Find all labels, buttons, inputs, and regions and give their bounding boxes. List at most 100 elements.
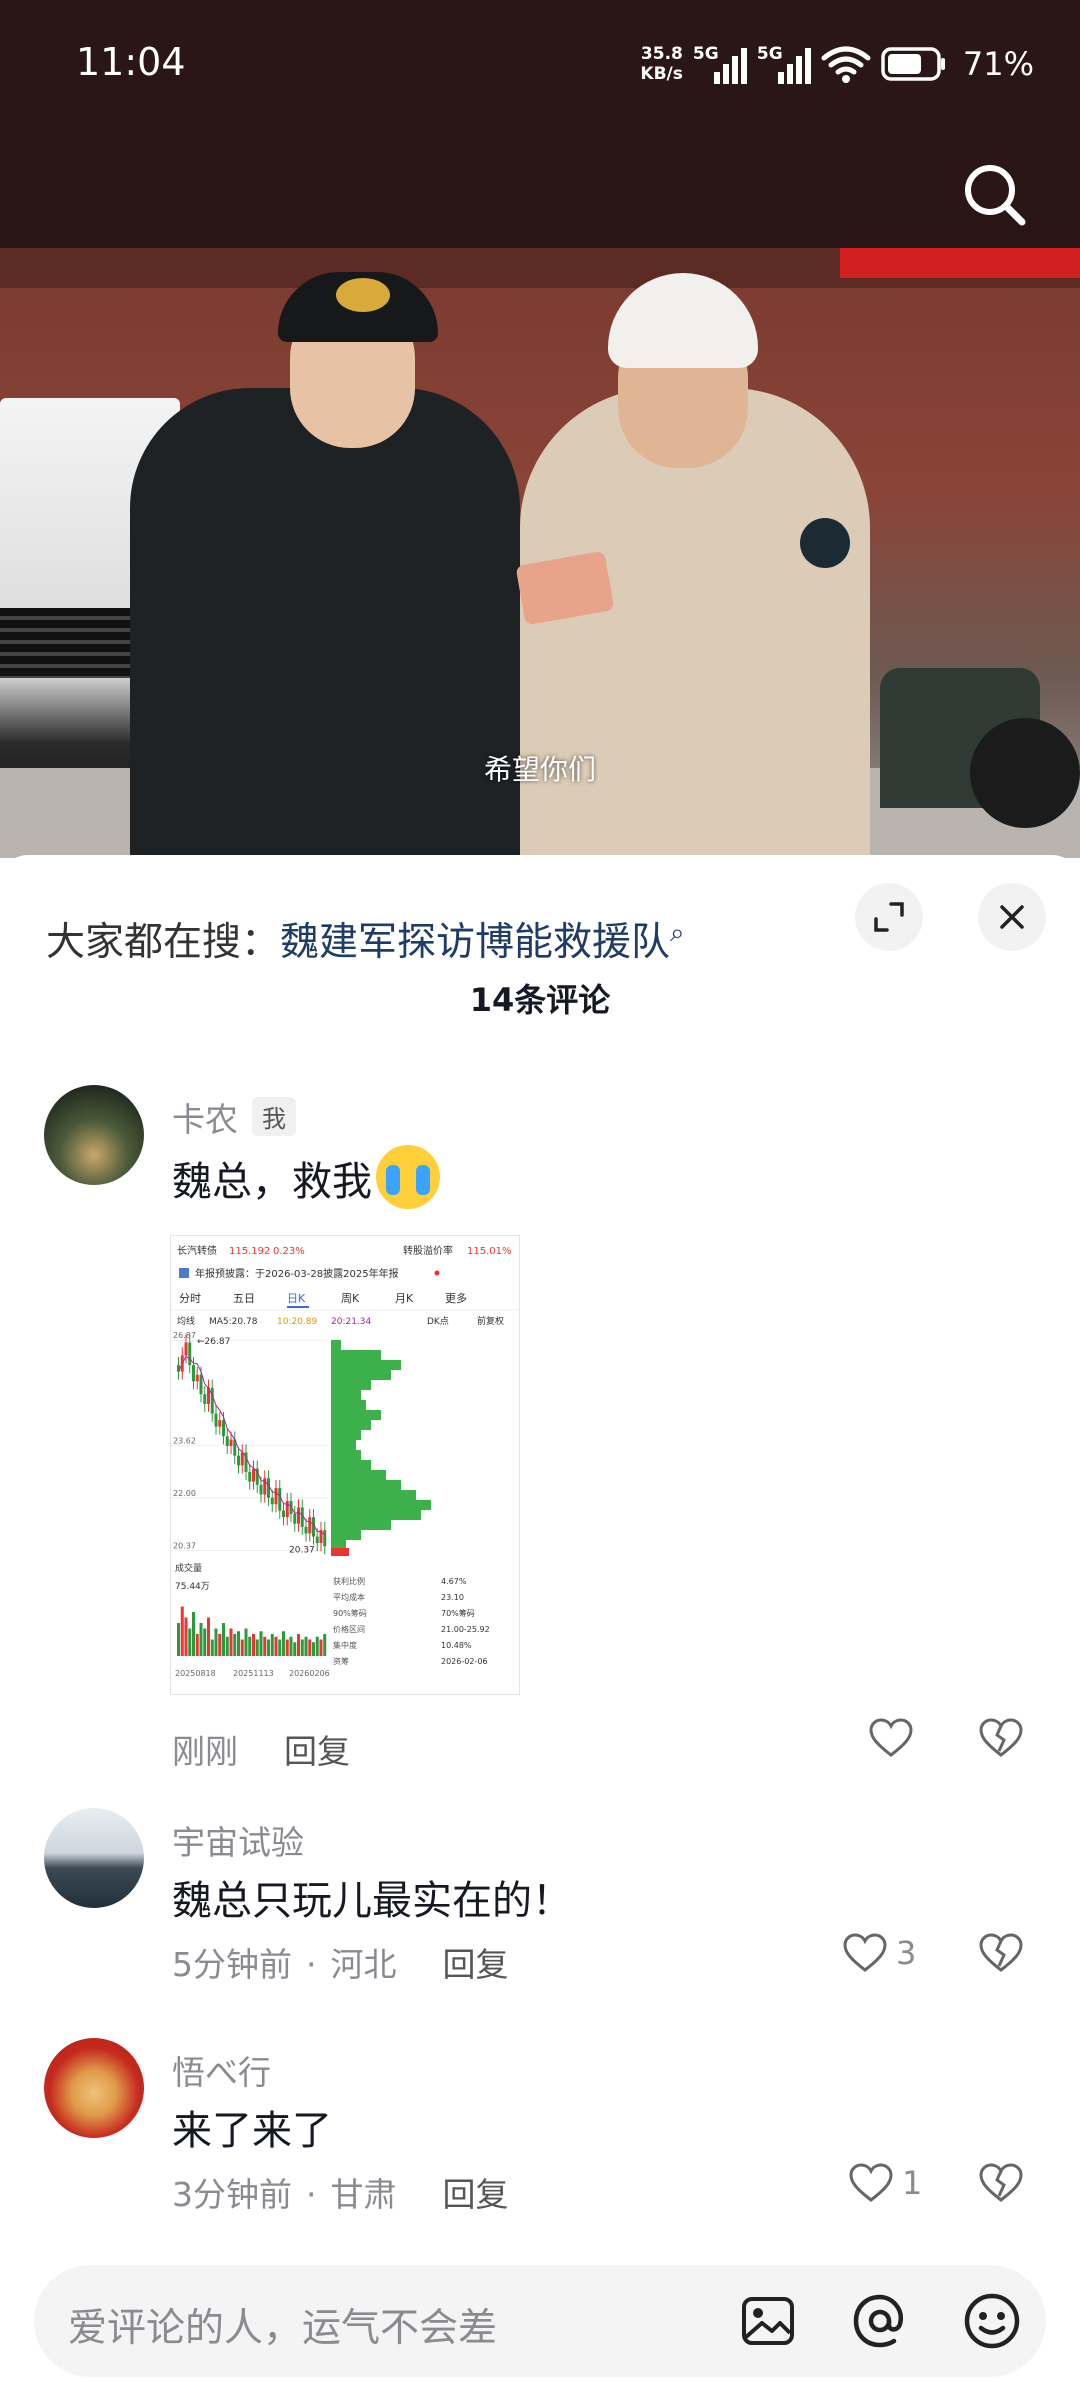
candle-body (297, 1507, 300, 1524)
candle-body (225, 1436, 229, 1446)
chip-bar (331, 1520, 391, 1530)
status-icons: 35.8 KB/s 5G 5G 71% (640, 36, 1034, 92)
wifi-icon (821, 46, 871, 83)
dislike-button[interactable] (978, 1932, 1024, 1978)
stat-value: 2026-02-06 (441, 1657, 488, 1666)
volume-bar (278, 1639, 282, 1656)
comment-item[interactable]: 悟べ行 来了来了 3分钟前 · 甘肃 回复 1 (0, 2038, 1080, 2214)
chip-bar (331, 1400, 366, 1410)
candle-body (315, 1536, 319, 1544)
candle-body (195, 1374, 199, 1382)
reply-button[interactable]: 回复 (443, 1945, 509, 1984)
close-button[interactable] (978, 883, 1046, 951)
volume-bar (308, 1639, 312, 1656)
date-label: 20260206 (289, 1669, 330, 1678)
volume-bar (244, 1628, 248, 1656)
comment-image-stock-chart[interactable]: 长汽转债 115.192 0.23% 转股溢价率 115.01% 年报预披露：于… (170, 1235, 520, 1695)
comment-location: 河北 (330, 1945, 397, 1984)
reply-button[interactable]: 回复 (284, 1732, 350, 1771)
volume-bar (210, 1639, 214, 1656)
stat-label: 平均成本 (333, 1592, 365, 1602)
battery-icon (881, 47, 945, 81)
volume-bar (267, 1639, 270, 1656)
dislike-button[interactable] (978, 1717, 1024, 1763)
search-icon (965, 165, 1026, 226)
ma5: MA5:20.78 (209, 1317, 258, 1327)
volume-bar (293, 1642, 297, 1656)
comment-input[interactable]: 爱评论的人，运气不会差 (68, 2297, 497, 2353)
username[interactable]: 宇宙试验 (172, 1823, 304, 1862)
candle-body (188, 1342, 192, 1366)
video-player[interactable]: 希望你们 (0, 248, 1080, 858)
mention-button[interactable] (850, 2291, 910, 2351)
candle-body (222, 1420, 225, 1437)
emoji-icon (964, 2293, 1020, 2349)
crying-emoji-icon (376, 1145, 440, 1209)
username[interactable]: 悟べ行 (172, 2053, 271, 2092)
volume-bar (252, 1634, 255, 1656)
trending-search[interactable]: 大家都在搜：魏建军探访博能救援队⌕ (46, 911, 685, 967)
comment-item[interactable]: 卡农我 魏总，救我 长汽转债 115.192 0.23% 转股溢价率 115.0… (0, 1085, 1080, 1771)
avatar[interactable] (44, 1085, 144, 1185)
volume-bar (312, 1642, 315, 1656)
stock-name: 长汽转债 (177, 1244, 217, 1257)
candle-body (252, 1468, 255, 1482)
stock-price: 115.192 (229, 1246, 270, 1257)
avatar[interactable] (44, 2038, 144, 2138)
chip-bar (331, 1370, 391, 1380)
search-button[interactable] (960, 160, 1030, 230)
dislike-button[interactable] (978, 2162, 1024, 2208)
chip-bar (331, 1350, 381, 1360)
stat-value: 70%筹码 (441, 1608, 475, 1618)
network-speed: 35.8 KB/s (640, 44, 683, 84)
comment-text: 魏总只玩儿最实在的！ (172, 1878, 572, 1924)
volume-bar (289, 1636, 293, 1656)
chart-tab: 日K (287, 1292, 306, 1305)
stock-change: 0.23% (273, 1246, 305, 1257)
comment-time: 5分钟前 (172, 1945, 292, 1984)
volume-bar (214, 1628, 218, 1656)
image-button[interactable] (738, 2291, 798, 2351)
chip-bar (331, 1440, 356, 1450)
chart-tab: 更多 (445, 1291, 467, 1305)
chart-tab: 周K (341, 1292, 360, 1305)
chip-bar (331, 1500, 431, 1510)
comment-input-bar[interactable]: 爱评论的人，运气不会差 (34, 2265, 1046, 2377)
like-button[interactable]: 1 (848, 2162, 922, 2204)
stat-label: 价格区间 (333, 1624, 365, 1634)
expand-button[interactable] (855, 883, 923, 951)
avatar[interactable] (44, 1808, 144, 1908)
volume-bar (263, 1636, 267, 1656)
volume-bar (233, 1634, 237, 1656)
like-button[interactable] (868, 1717, 922, 1759)
candle-body (214, 1413, 218, 1427)
username[interactable]: 卡农 (172, 1100, 238, 1139)
comment-meta: 刚刚 回复 (172, 1725, 350, 1773)
trending-keyword[interactable]: 魏建军探访博能救援队 (280, 920, 670, 965)
comment-item[interactable]: 宇宙试验 魏总只玩儿最实在的！ 5分钟前 · 河北 回复 3 (0, 1808, 1080, 1984)
stat-label: 90%筹码 (333, 1608, 367, 1618)
volume-bar (195, 1634, 199, 1656)
battery-percentage: 71% (962, 45, 1034, 83)
candle-body (285, 1501, 289, 1518)
comment-time: 3分钟前 (172, 2175, 292, 2214)
broken-heart-icon (979, 2163, 1023, 2202)
emoji-button[interactable] (962, 2291, 1022, 2351)
chip-bar (331, 1390, 361, 1400)
dk-label: DK点 (427, 1316, 449, 1327)
volume-bar (203, 1628, 207, 1656)
volume-bar (229, 1628, 233, 1656)
volume-bar (319, 1639, 323, 1656)
candle-body (270, 1497, 274, 1505)
stat-label: 资筹 (333, 1656, 349, 1666)
like-count: 1 (902, 2164, 923, 2202)
chip-bar (331, 1430, 361, 1440)
volume-bar (315, 1636, 319, 1656)
volume-bar (177, 1623, 180, 1656)
candle-body (323, 1530, 327, 1547)
comment-meta: 5分钟前 · 河北 回复 (172, 1945, 509, 1984)
like-button[interactable]: 3 (842, 1932, 916, 1974)
broken-heart-icon (979, 1718, 1023, 1757)
stat-value: 4.67% (441, 1577, 467, 1586)
reply-button[interactable]: 回复 (443, 2175, 509, 2214)
